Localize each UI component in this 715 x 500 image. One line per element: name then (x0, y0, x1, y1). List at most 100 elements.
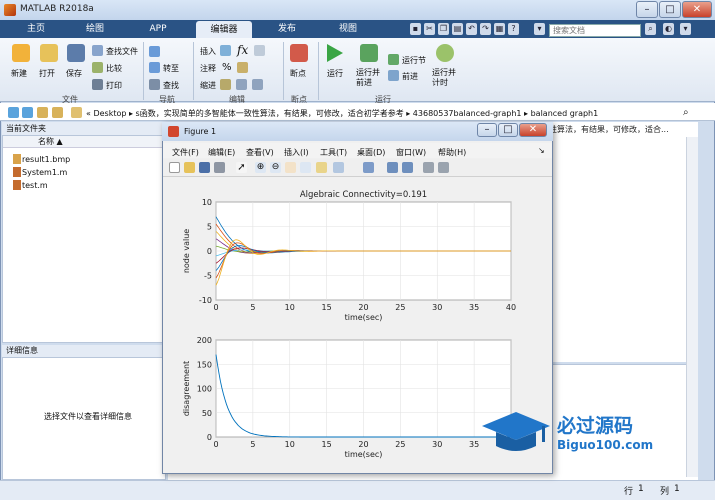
find-button[interactable]: 查找 (163, 80, 179, 91)
goto-button[interactable]: 转至 (163, 63, 179, 74)
run-icon[interactable] (327, 44, 343, 62)
forward-icon[interactable] (22, 107, 33, 118)
quick-paste-icon[interactable]: ▤ (452, 23, 463, 35)
breakpoints-button[interactable]: 断点 (290, 68, 306, 79)
tab-home[interactable]: 主页 (16, 20, 56, 38)
comment-button[interactable]: 注释 (200, 63, 216, 74)
find-files-icon[interactable] (92, 45, 103, 56)
save-figure-icon[interactable] (199, 162, 210, 173)
new-icon[interactable] (12, 44, 30, 62)
tab-plots[interactable]: 绘图 (72, 20, 118, 38)
save-icon[interactable] (67, 44, 85, 62)
tab-view[interactable]: 视图 (325, 20, 371, 38)
zoom-in-icon[interactable]: ⊕ (255, 162, 266, 173)
quick-access-icon[interactable]: ▾ (534, 23, 545, 35)
advance-icon[interactable] (388, 70, 399, 81)
insert-function-icon[interactable] (254, 45, 265, 56)
up-folder-icon[interactable] (37, 107, 48, 118)
editor-tab-text[interactable]: 性算法，有结果，可修改，适合... (549, 124, 669, 135)
increase-indent-icon[interactable] (236, 79, 247, 90)
data-cursor-icon[interactable] (316, 162, 327, 173)
community-icon[interactable]: ◐ (663, 23, 674, 35)
minimize-button[interactable]: – (636, 1, 658, 18)
find-files-button[interactable]: 查找文件 (106, 46, 138, 57)
close-button[interactable]: ✕ (682, 1, 712, 18)
rotate-icon[interactable] (300, 162, 311, 173)
breakpoints-icon[interactable] (290, 44, 308, 62)
link-plot-icon[interactable] (363, 162, 374, 173)
print-figure-icon[interactable] (214, 162, 225, 173)
name-column-header[interactable]: 名称 ▲ (3, 136, 165, 148)
ribbon-minimize-icon[interactable]: ▾ (680, 23, 691, 35)
colorbar-icon[interactable] (387, 162, 398, 173)
compare-icon[interactable] (92, 62, 103, 73)
show-tools-icon[interactable] (438, 162, 449, 173)
quick-save-icon[interactable]: ▪ (410, 23, 421, 35)
open-button[interactable]: 打开 (39, 68, 55, 79)
find-icon[interactable] (149, 79, 160, 90)
smart-indent-icon[interactable] (220, 79, 231, 90)
indent-button[interactable]: 缩进 (200, 80, 216, 91)
redo-icon[interactable]: ↷ (480, 23, 491, 35)
run-time-icon[interactable] (436, 44, 454, 62)
browse-folder-icon[interactable] (52, 107, 63, 118)
insert-section-icon[interactable] (220, 45, 231, 56)
switch-windows-icon[interactable]: ▦ (494, 23, 505, 35)
advance-button[interactable]: 前进 (402, 71, 418, 82)
search-icon[interactable]: ⌕ (645, 23, 656, 35)
file-item[interactable]: test.m (22, 181, 48, 190)
fx-icon[interactable]: fx (237, 43, 248, 57)
decrease-indent-icon[interactable] (252, 79, 263, 90)
open-file-icon[interactable] (184, 162, 195, 173)
file-item[interactable]: result1.bmp (22, 155, 70, 164)
run-time-button[interactable]: 运行并 计时 (432, 68, 456, 88)
file-item[interactable]: System1.m (22, 168, 67, 177)
percent-icon[interactable]: % (222, 62, 232, 73)
tab-editor[interactable]: 编辑器 (196, 21, 252, 38)
menu-tools[interactable]: 工具(T) (320, 147, 347, 158)
menu-edit[interactable]: 编辑(E) (208, 147, 235, 158)
legend-icon[interactable] (402, 162, 413, 173)
insert-button[interactable]: 插入 (200, 46, 216, 57)
figure-minimize-button[interactable]: – (477, 123, 497, 137)
save-button[interactable]: 保存 (66, 68, 82, 79)
goto-icon[interactable] (149, 62, 160, 73)
run-advance-icon[interactable] (360, 44, 378, 62)
quick-copy-icon[interactable]: ❐ (438, 23, 449, 35)
run-button[interactable]: 运行 (327, 68, 343, 79)
menu-dock-icon[interactable]: ↘ (538, 146, 545, 155)
figure-close-button[interactable]: ✕ (519, 123, 547, 137)
zoom-out-icon[interactable]: ⊖ (270, 162, 281, 173)
new-button[interactable]: 新建 (11, 68, 27, 79)
help-icon[interactable]: ? (508, 23, 519, 35)
tab-apps[interactable]: APP (135, 20, 181, 38)
print-icon[interactable] (92, 79, 103, 90)
pointer-icon[interactable]: ➚ (236, 162, 247, 173)
maximize-button[interactable]: □ (659, 1, 681, 18)
menu-window[interactable]: 窗口(W) (396, 147, 426, 158)
search-path-icon[interactable]: ⌕ (683, 107, 694, 118)
menu-file[interactable]: 文件(F) (172, 147, 199, 158)
figure-maximize-button[interactable]: □ (498, 123, 518, 137)
search-input[interactable] (549, 24, 641, 37)
hide-tools-icon[interactable] (423, 162, 434, 173)
quick-cut-icon[interactable]: ✂ (424, 23, 435, 35)
menu-view[interactable]: 查看(V) (246, 147, 274, 158)
run-section-button[interactable]: 运行节 (402, 55, 426, 66)
nav-back-icon[interactable] (149, 46, 160, 57)
back-icon[interactable] (8, 107, 19, 118)
undo-icon[interactable]: ↶ (466, 23, 477, 35)
run-section-icon[interactable] (388, 54, 399, 65)
pan-icon[interactable] (285, 162, 296, 173)
menu-desktop[interactable]: 桌面(D) (357, 147, 385, 158)
scrollbar[interactable] (686, 137, 698, 477)
open-folder-icon[interactable] (40, 44, 58, 62)
current-path[interactable]: « Desktop ▸ s函数，实现简单的多智能体一致性算法，有结果，可修改，适… (86, 108, 598, 119)
compare-button[interactable]: 比较 (106, 63, 122, 74)
brush-icon[interactable] (333, 162, 344, 173)
wrap-comments-icon[interactable] (237, 62, 248, 73)
menu-help[interactable]: 帮助(H) (438, 147, 466, 158)
new-figure-icon[interactable] (169, 162, 180, 173)
print-button[interactable]: 打印 (106, 80, 122, 91)
menu-insert[interactable]: 插入(I) (284, 147, 309, 158)
